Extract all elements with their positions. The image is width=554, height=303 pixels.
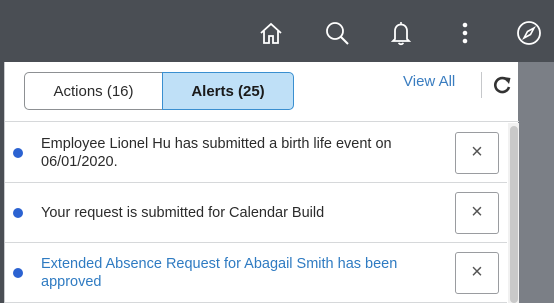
tab-actions[interactable]: Actions (16) [24,72,162,110]
alert-row: Extended Absence Request for Abagail Smi… [5,243,507,303]
refresh-icon[interactable] [489,72,515,98]
unread-indicator-icon [13,147,23,158]
more-options-icon[interactable] [450,18,480,48]
dismiss-button[interactable]: × [455,251,499,294]
panel-header: Actions (16) Alerts (25) View All [5,62,519,122]
alert-row: Your request is submitted for Calendar B… [5,183,507,243]
page-backdrop [518,62,554,303]
scrollbar-thumb[interactable] [510,126,518,303]
notifications-panel: Actions (16) Alerts (25) View All Employ… [4,62,519,303]
unread-indicator-icon [13,207,23,218]
alert-message: Employee Lionel Hu has submitted a birth… [41,135,392,170]
notification-bell-icon[interactable] [386,18,416,48]
search-icon[interactable] [322,18,352,48]
dismiss-button[interactable]: × [455,131,499,174]
alert-message: Your request is submitted for Calendar B… [41,204,325,221]
tab-group: Actions (16) Alerts (25) [24,72,294,110]
dismiss-button[interactable]: × [455,191,499,234]
alert-row: Employee Lionel Hu has submitted a birth… [5,123,507,183]
alert-message-link[interactable]: Extended Absence Request for Abagail Smi… [41,255,441,291]
navbar-compass-icon[interactable] [514,18,544,48]
top-header-bar [0,0,554,62]
header-divider [481,72,482,98]
view-all-link[interactable]: View All [403,73,455,90]
unread-indicator-icon [13,267,23,278]
home-icon[interactable] [256,18,286,48]
alerts-list: Employee Lionel Hu has submitted a birth… [5,123,507,303]
tab-alerts[interactable]: Alerts (25) [162,72,294,110]
